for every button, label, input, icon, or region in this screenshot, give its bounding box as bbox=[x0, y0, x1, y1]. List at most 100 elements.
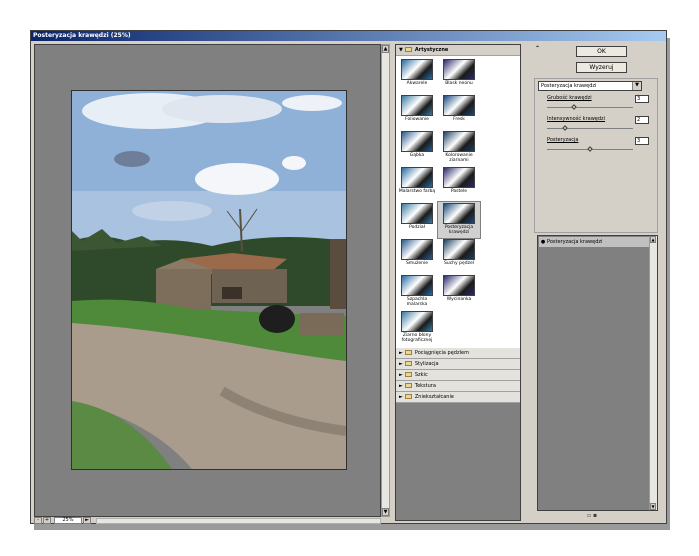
filter-preview-icon bbox=[401, 95, 433, 116]
collapsed-triangle-icon: ► bbox=[399, 383, 403, 389]
eye-icon[interactable]: ● bbox=[539, 237, 547, 247]
collapsed-triangle-icon: ► bbox=[399, 361, 403, 367]
param-posterization: Posteryzacja 3 bbox=[547, 137, 653, 157]
effect-layers-panel: ● Posteryzacja krawędzi ▲ ▼ bbox=[537, 235, 658, 511]
filter-thumb-ziarno-blony[interactable]: Ziarno błony fotograficznej bbox=[396, 310, 438, 346]
filter-preview-icon bbox=[401, 131, 433, 152]
scroll-down-arrow-icon[interactable]: ▼ bbox=[382, 508, 389, 516]
filter-preview-icon bbox=[443, 131, 475, 152]
filter-thumb-fresk[interactable]: Fresk bbox=[438, 94, 480, 130]
filter-preview-icon bbox=[443, 167, 475, 188]
category-label: Tekstura bbox=[414, 383, 436, 389]
filter-preview-icon bbox=[401, 167, 433, 188]
filter-preview-icon bbox=[443, 239, 475, 260]
folder-icon bbox=[404, 372, 412, 377]
filter-thumb-label: Szpachla malarska bbox=[406, 297, 428, 307]
filter-thumb-label: Gąbka bbox=[409, 153, 425, 158]
filter-thumb-label: Fresk bbox=[453, 117, 465, 122]
filter-thumb-label: Kolorowanie ziarnami bbox=[445, 153, 473, 163]
filter-thumb-posteryzacja-krawedzi[interactable]: Posteryzacja krawędzi bbox=[437, 201, 481, 239]
filter-gallery-window: Posteryzacja krawędzi (25%) ▲ ▼ - + 25% … bbox=[30, 30, 667, 524]
filter-preview-icon bbox=[401, 203, 433, 224]
filter-thumb-smuzenie[interactable]: Smużenie bbox=[396, 238, 438, 274]
category-label: Stylizacja bbox=[414, 361, 439, 367]
expanded-triangle-icon: ▼ bbox=[399, 47, 403, 53]
slider-knob[interactable] bbox=[571, 104, 577, 110]
window-title: Posteryzacja krawędzi (25%) bbox=[31, 31, 666, 41]
folder-icon bbox=[404, 361, 412, 366]
slider-knob[interactable] bbox=[587, 146, 593, 152]
zoom-menu-arrow-icon[interactable]: ► bbox=[83, 517, 91, 524]
layer-tools-icons[interactable]: ▫ ▪ bbox=[587, 513, 597, 519]
filter-thumb-label: Foliowanie bbox=[405, 117, 429, 122]
effect-layer-row[interactable]: ● Posteryzacja krawędzi bbox=[539, 237, 649, 248]
edge-thickness-input[interactable]: 3 bbox=[635, 95, 649, 103]
filter-thumb-foliowanie[interactable]: Foliowanie bbox=[396, 94, 438, 130]
category-header[interactable]: ► Tekstura bbox=[396, 381, 520, 392]
layers-scrollbar[interactable]: ▲ ▼ bbox=[649, 236, 657, 510]
filter-thumb-malarstwo-farba[interactable]: Malarstwo farbą bbox=[396, 166, 438, 202]
filter-gallery: ▼ Artystyczne Akwarele Blask neonu Foliowan… bbox=[395, 44, 521, 521]
collapsed-triangle-icon: ► bbox=[399, 394, 403, 400]
filter-preview-icon bbox=[401, 239, 433, 260]
collapse-gallery-icon[interactable]: ⌃ bbox=[535, 45, 540, 52]
filter-thumb-label: Pastele bbox=[450, 189, 468, 194]
filter-thumb-label: Akwarele bbox=[406, 81, 428, 86]
category-header[interactable]: ► Stylizacja bbox=[396, 359, 520, 370]
collapsed-triangle-icon: ► bbox=[399, 350, 403, 356]
ok-button[interactable]: OK bbox=[576, 46, 627, 57]
filter-thumb-podzial[interactable]: Podział bbox=[396, 202, 438, 238]
scroll-up-arrow-icon[interactable]: ▲ bbox=[382, 45, 389, 53]
filter-thumb-label: Smużenie bbox=[405, 261, 429, 266]
filter-thumb-label: Podział bbox=[409, 225, 425, 230]
filter-select-value: Posteryzacja krawędzi bbox=[541, 83, 597, 89]
slider-track[interactable] bbox=[547, 128, 633, 129]
collapsed-categories: ► Pociągnięcia pędzlem ► Stylizacja ► Szkic ► T… bbox=[396, 348, 520, 403]
category-header[interactable]: ► Szkic bbox=[396, 370, 520, 381]
folder-icon bbox=[404, 47, 412, 52]
collapsed-triangle-icon: ► bbox=[399, 372, 403, 378]
scroll-up-arrow-icon[interactable]: ▲ bbox=[650, 236, 656, 243]
filter-preview-icon bbox=[401, 311, 433, 332]
preview-vertical-scrollbar[interactable]: ▲ ▼ bbox=[381, 44, 390, 517]
reset-button[interactable]: Wyzeruj bbox=[576, 62, 627, 73]
preview-image bbox=[71, 90, 347, 470]
category-label: Zniekształcanie bbox=[414, 394, 454, 400]
preview-canvas[interactable] bbox=[34, 44, 381, 517]
filter-thumb-akwarele[interactable]: Akwarele bbox=[396, 58, 438, 94]
filter-thumb-suchy-pedzel[interactable]: Suchy pędzel bbox=[438, 238, 480, 274]
filter-preview-icon bbox=[401, 59, 433, 80]
filter-thumb-label: Blask neonu bbox=[445, 81, 473, 86]
zoom-level-field[interactable]: 25% bbox=[54, 517, 82, 524]
filter-preview-icon bbox=[443, 203, 475, 224]
slider-track[interactable] bbox=[547, 107, 633, 108]
filter-thumb-gabka[interactable]: Gąbka bbox=[396, 130, 438, 166]
filter-thumb-kolorowanie-ziarnami[interactable]: Kolorowanie ziarnami bbox=[438, 130, 480, 166]
filter-thumb-label: Wycinanka bbox=[446, 297, 472, 302]
filter-thumb-blask-neonu[interactable]: Blask neonu bbox=[438, 58, 480, 94]
filter-thumb-szpachla-malarska[interactable]: Szpachla malarska bbox=[396, 274, 438, 310]
edge-intensity-input[interactable]: 2 bbox=[635, 116, 649, 124]
chevron-down-icon[interactable]: ▼ bbox=[632, 82, 641, 90]
filter-thumb-label: Posteryzacja krawędzi bbox=[444, 225, 474, 235]
filter-thumbnails: Akwarele Blask neonu Foliowanie Fresk Gąbka K… bbox=[396, 56, 520, 348]
folder-icon bbox=[404, 350, 412, 355]
slider-knob[interactable] bbox=[562, 125, 568, 131]
param-edge-thickness: Grubość krawędzi 3 bbox=[547, 95, 653, 115]
preview-horizontal-scrollbar[interactable] bbox=[96, 518, 381, 524]
zoom-out-button[interactable]: - bbox=[34, 517, 42, 524]
category-header[interactable]: ► Zniekształcanie bbox=[396, 392, 520, 403]
filter-thumb-pastele[interactable]: Pastele bbox=[438, 166, 480, 202]
filter-preview-icon bbox=[443, 275, 475, 296]
category-artystyczne[interactable]: ▼ Artystyczne bbox=[396, 45, 520, 56]
filter-thumb-wycinanka[interactable]: Wycinanka bbox=[438, 274, 480, 310]
posterization-input[interactable]: 3 bbox=[635, 137, 649, 145]
category-header[interactable]: ► Pociągnięcia pędzlem bbox=[396, 348, 520, 359]
param-edge-intensity: Intensywność krawędzi 2 bbox=[547, 116, 653, 136]
filter-select[interactable]: Posteryzacja krawędzi ▼ bbox=[538, 81, 642, 91]
zoom-in-button[interactable]: + bbox=[43, 517, 51, 524]
category-label: Artystyczne bbox=[414, 47, 449, 53]
filter-preview-icon bbox=[443, 59, 475, 80]
filter-thumb-label: Suchy pędzel bbox=[444, 261, 474, 266]
scroll-down-arrow-icon[interactable]: ▼ bbox=[650, 503, 656, 510]
